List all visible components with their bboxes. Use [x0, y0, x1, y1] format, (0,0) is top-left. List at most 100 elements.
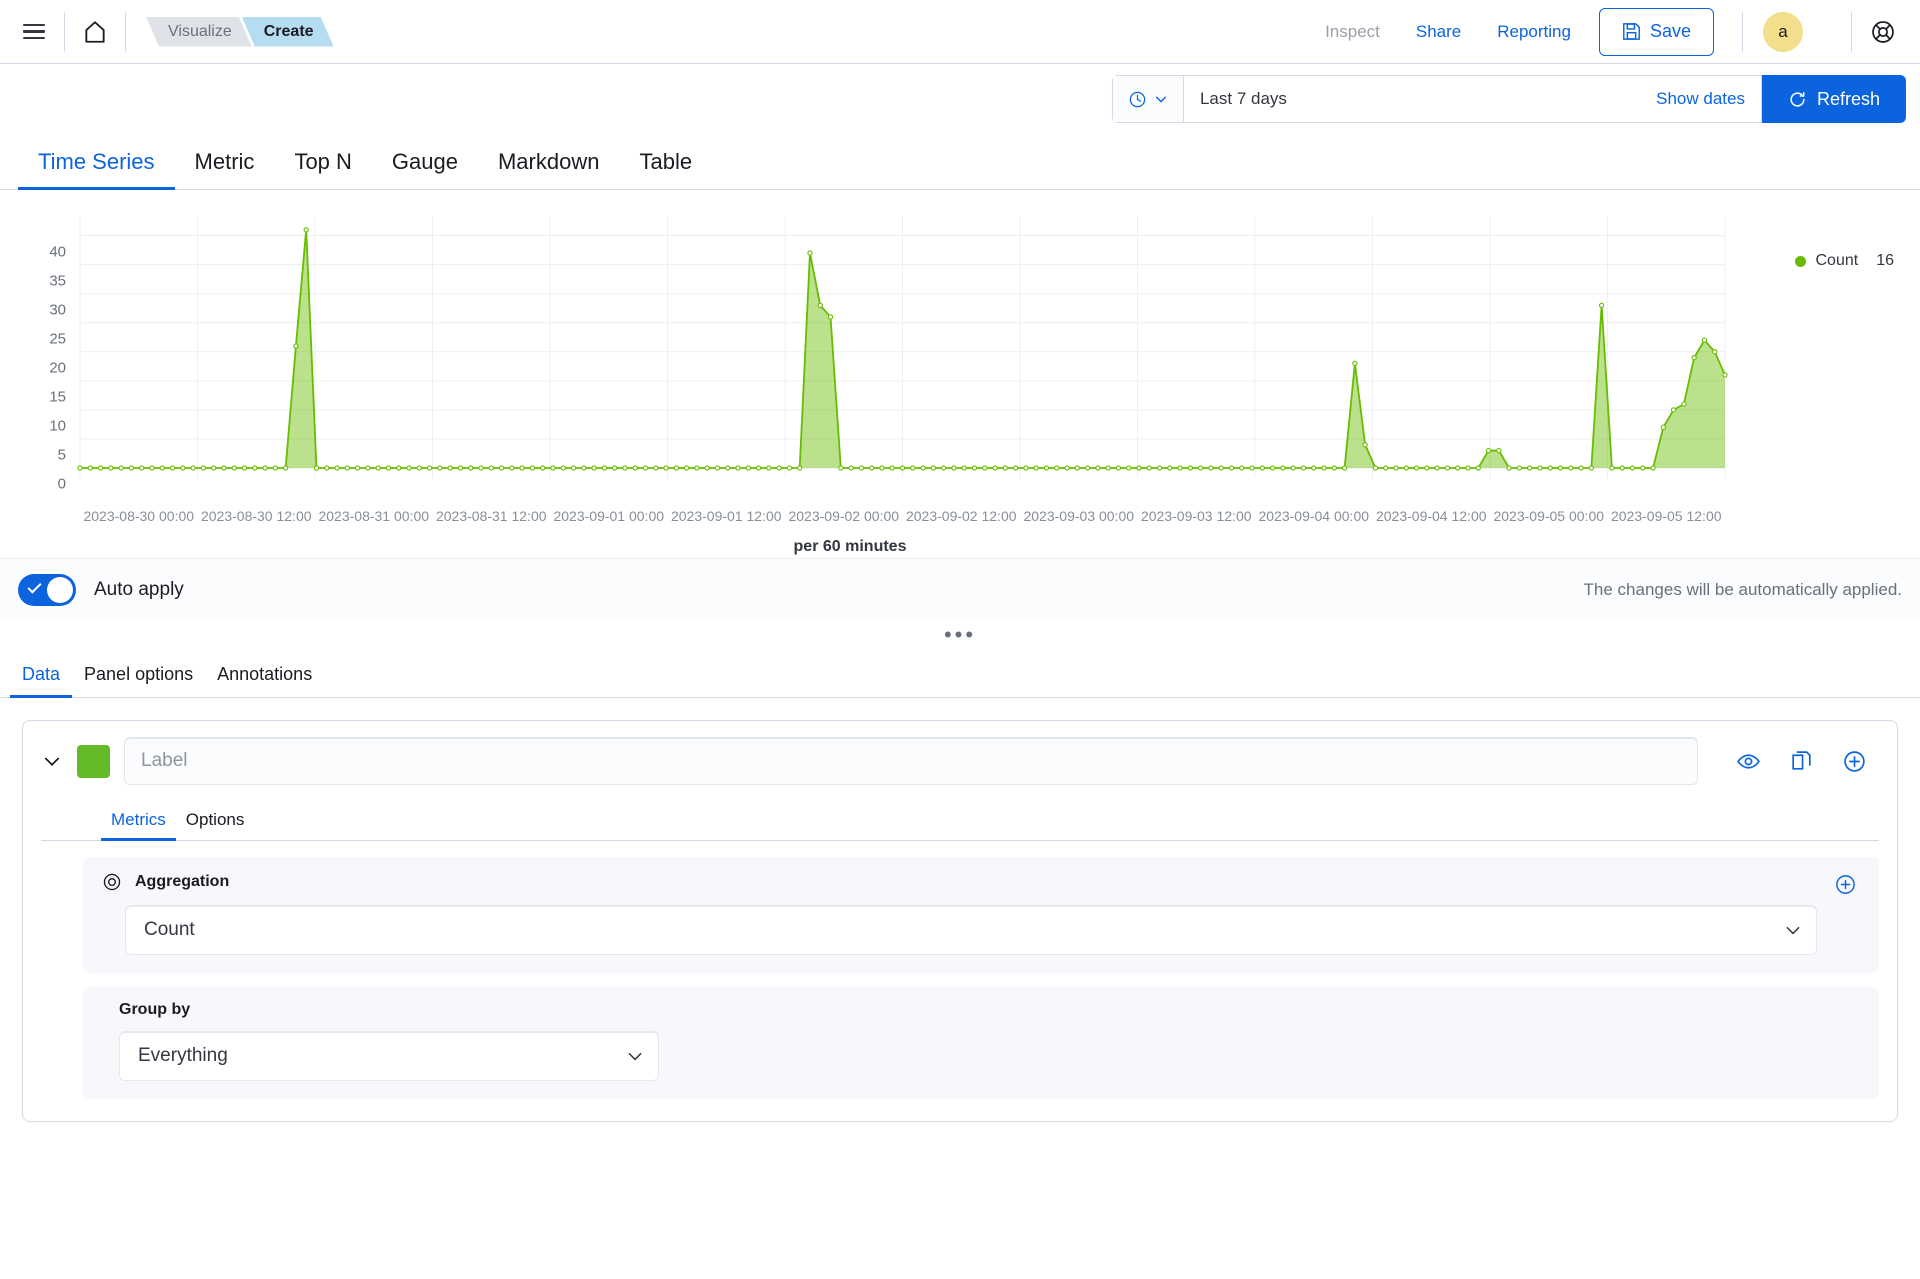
y-axis-tick: 25	[49, 330, 66, 348]
y-axis-tick: 35	[49, 272, 66, 290]
legend-color-dot	[1794, 255, 1806, 267]
header-divider-3	[1742, 11, 1743, 52]
hamburger-menu-button[interactable]	[10, 8, 58, 56]
x-axis-tick: 2023-09-02 00:00	[788, 508, 900, 524]
auto-apply-note: The changes will be automatically applie…	[1583, 579, 1902, 599]
tab-top-n[interactable]: Top N	[274, 149, 371, 189]
series-color-swatch[interactable]	[77, 744, 110, 778]
x-axis-tick: 2023-09-03 12:00	[1140, 508, 1252, 524]
collapse-series-button[interactable]	[41, 750, 63, 772]
x-axis-tick: 2023-09-04 12:00	[1375, 508, 1487, 524]
x-axis-tick: 2023-08-31 00:00	[318, 508, 430, 524]
tab-options[interactable]: Options	[176, 810, 255, 840]
x-axis-title: per 60 minutes	[793, 538, 907, 555]
clone-series-icon[interactable]	[1789, 749, 1814, 774]
tab-time-series[interactable]: Time Series	[18, 149, 175, 190]
breadcrumb-item-create[interactable]: Create	[242, 17, 334, 47]
home-button[interactable]	[71, 8, 119, 56]
chevron-down-icon	[1786, 926, 1800, 935]
tab-gauge[interactable]: Gauge	[372, 149, 478, 189]
x-axis-tick: 2023-08-30 12:00	[200, 508, 312, 524]
group-by-label: Group by	[119, 1001, 191, 1018]
help-container	[1825, 11, 1906, 52]
reporting-button[interactable]: Reporting	[1479, 22, 1589, 42]
aggregation-value: Count	[144, 919, 195, 940]
chart-panel: 0 5 10 15 20 25 30 35 40 2023-08-30 00:00 2023-08…	[0, 190, 1920, 558]
add-series-icon[interactable]	[1842, 749, 1867, 774]
group-by-value: Everything	[138, 1045, 228, 1066]
series-editor: Metrics Options Aggregation Count	[0, 698, 1920, 1122]
group-by-select[interactable]: Everything	[119, 1031, 659, 1081]
global-header: Visualize Create Inspect Share Reporting…	[0, 0, 1920, 64]
aggregation-select[interactable]: Count	[125, 905, 1817, 955]
y-axis-tick: 30	[49, 301, 66, 319]
breadcrumb-label: Visualize	[168, 22, 232, 40]
drag-dots-icon: •••	[943, 622, 977, 647]
home-icon	[85, 20, 105, 43]
x-axis-tick-labels: 2023-08-30 00:00 2023-08-30 12:00 2023-08-…	[0, 508, 1920, 530]
hamburger-menu-icon	[23, 23, 45, 40]
tab-metrics[interactable]: Metrics	[101, 810, 176, 841]
tab-markdown[interactable]: Markdown	[478, 149, 619, 189]
y-axis-tick: 40	[49, 243, 66, 261]
aggregation-eye-icon[interactable]	[101, 871, 123, 893]
aggregation-row: Aggregation Count	[83, 857, 1879, 973]
avatar[interactable]: a	[1763, 11, 1803, 52]
aggregation-label: Aggregation	[135, 873, 230, 890]
inspect-button[interactable]: Inspect	[1307, 22, 1398, 42]
header-divider-2	[125, 11, 126, 52]
date-range-display[interactable]: Last 7 days	[1184, 76, 1640, 122]
refresh-button-label: Refresh	[1816, 88, 1880, 109]
y-axis-tick: 20	[49, 359, 66, 377]
y-axis-tick: 10	[49, 417, 66, 435]
y-axis-tick: 5	[57, 446, 66, 464]
series-sub-tabs: Metrics Options	[41, 797, 1879, 841]
header-divider-4	[1851, 11, 1852, 52]
tab-data[interactable]: Data	[10, 664, 73, 698]
quick-select-button[interactable]	[1112, 76, 1184, 122]
panel-resize-handle[interactable]: •••	[0, 620, 1920, 650]
share-button[interactable]: Share	[1398, 22, 1479, 42]
tab-annotations[interactable]: Annotations	[205, 664, 324, 697]
auto-apply-toggle[interactable]	[18, 573, 76, 606]
save-button-label: Save	[1649, 21, 1691, 41]
floppy-disk-save-icon	[1623, 23, 1640, 40]
series-card: Metrics Options Aggregation Count	[22, 720, 1898, 1122]
series-header	[23, 721, 1897, 797]
help-lifebuoy-icon[interactable]	[1870, 19, 1896, 45]
x-axis-tick: 2023-09-01 12:00	[670, 508, 782, 524]
tab-panel-options[interactable]: Panel options	[72, 664, 205, 697]
show-dates-button[interactable]: Show dates	[1640, 76, 1761, 122]
toggle-visibility-icon[interactable]	[1736, 749, 1761, 774]
breadcrumb: Visualize Create	[146, 17, 324, 47]
x-axis-tick: 2023-08-30 00:00	[83, 508, 195, 524]
auto-apply-label: Auto apply	[94, 578, 184, 600]
query-bar: Last 7 days Show dates Refresh	[0, 64, 1920, 134]
aggregation-header: Aggregation	[101, 871, 1859, 893]
refresh-button[interactable]: Refresh	[1761, 75, 1906, 123]
series-label-input[interactable]	[124, 737, 1698, 785]
avatar-container: a	[1714, 11, 1825, 52]
header-actions: Inspect Share Reporting Save a	[1307, 0, 1920, 63]
clock-icon	[1129, 91, 1146, 107]
chevron-down-icon	[1155, 96, 1167, 103]
breadcrumb-label: Create	[263, 22, 314, 40]
legend-series-name: Count	[1815, 252, 1859, 269]
check-icon	[27, 578, 42, 594]
group-by-row: Group by Everything	[83, 987, 1879, 1099]
x-axis-tick: 2023-09-03 00:00	[1023, 508, 1135, 524]
x-axis-tick: 2023-09-05 12:00	[1610, 508, 1722, 524]
x-axis-tick: 2023-09-05 00:00	[1493, 508, 1605, 524]
add-metric-icon[interactable]	[1834, 873, 1857, 896]
x-axis-tick: 2023-08-31 12:00	[435, 508, 547, 524]
x-axis-tick: 2023-09-04 00:00	[1258, 508, 1370, 524]
chart-legend[interactable]: Count 16	[1794, 252, 1894, 270]
time-series-chart[interactable]	[0, 208, 1920, 508]
auto-apply-row: Auto apply The changes will be automatic…	[0, 558, 1920, 620]
y-axis-tick: 0	[57, 475, 66, 493]
tab-table[interactable]: Table	[619, 149, 712, 189]
tab-metric[interactable]: Metric	[175, 149, 275, 189]
chart-canvas[interactable]: 0 5 10 15 20 25 30 35 40 2023-08-30 00:00 2023-08…	[0, 208, 1920, 558]
save-button[interactable]: Save	[1598, 7, 1714, 56]
breadcrumb-item-visualize[interactable]: Visualize	[146, 17, 252, 47]
